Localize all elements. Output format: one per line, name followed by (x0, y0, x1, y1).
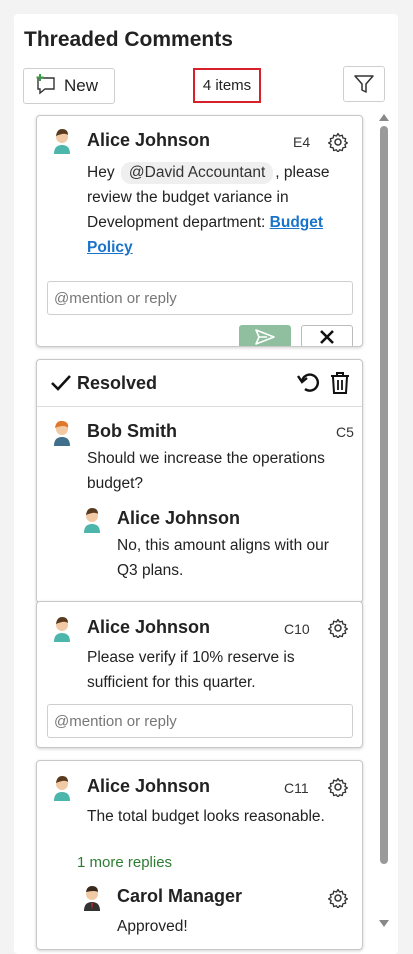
filter-button[interactable] (343, 66, 385, 102)
filter-icon (354, 75, 374, 93)
cell-reference: E4 (293, 134, 311, 150)
scroll-up-arrow[interactable] (379, 114, 389, 121)
close-icon (320, 330, 334, 344)
comment-author: Bob Smith (87, 421, 177, 441)
gear-icon[interactable] (328, 132, 348, 152)
send-button[interactable] (239, 325, 291, 346)
scrollbar-thumb[interactable] (380, 126, 388, 864)
cell-reference: C5 (336, 424, 354, 440)
reply-input[interactable]: @mention or reply (47, 704, 353, 738)
resolved-header: Resolved (37, 360, 362, 407)
cell-reference: C11 (284, 780, 309, 796)
comment-text: Hey @David Accountant, please review the… (87, 162, 330, 256)
avatar (54, 129, 70, 154)
mention-chip[interactable]: @David Accountant (120, 162, 274, 184)
gear-icon[interactable] (328, 777, 348, 797)
comment-author: Alice Johnson (87, 776, 211, 796)
comment-thread: Alice Johnson E4 Hey @David Accountant, … (36, 115, 363, 347)
reply-author: Carol Manager (117, 886, 243, 906)
send-icon (255, 329, 275, 345)
reopen-icon[interactable] (297, 372, 321, 394)
trash-icon[interactable] (329, 371, 351, 395)
comment-author: Alice Johnson (87, 130, 211, 150)
panel-title: Threaded Comments (24, 28, 233, 51)
scroll-down-arrow[interactable] (379, 920, 389, 927)
gear-icon[interactable] (328, 888, 348, 908)
comment-thread: Resolved Bob Smith C5 Should we increase… (36, 359, 363, 603)
reply-text: Approved! (117, 918, 188, 935)
more-replies-link[interactable]: 1 more replies (77, 854, 172, 871)
items-count: 4 items (193, 68, 261, 103)
avatar (84, 886, 100, 911)
comment-text: Should we increase the operations budget… (87, 450, 325, 492)
gear-icon[interactable] (328, 618, 348, 638)
cell-reference: C10 (284, 621, 310, 637)
avatar (54, 617, 70, 642)
new-comment-icon (34, 73, 64, 100)
new-comment-button[interactable]: New (23, 68, 115, 104)
comment-text: The total budget looks reasonable. (87, 808, 325, 825)
comment-author: Alice Johnson (87, 617, 211, 637)
threaded-comments-panel: Threaded Comments New 4 items Alice John… (14, 14, 398, 954)
checkmark-icon (51, 375, 71, 391)
comment-thread: Alice Johnson C11 The total budget looks… (36, 760, 363, 950)
new-comment-label: New (64, 76, 99, 95)
comment-text: Please verify if 10% reserve is sufficie… (87, 649, 295, 691)
avatar (84, 508, 100, 533)
reply-text: No, this amount aligns with our Q3 plans… (117, 537, 329, 579)
cancel-button[interactable] (301, 325, 353, 346)
resolved-label: Resolved (77, 373, 158, 393)
avatar (54, 776, 70, 801)
avatar (54, 420, 70, 446)
comment-thread: Alice Johnson C10 Please verify if 10% r… (36, 601, 363, 748)
reply-input[interactable]: @mention or reply (47, 281, 353, 315)
reply-author: Alice Johnson (117, 508, 241, 528)
